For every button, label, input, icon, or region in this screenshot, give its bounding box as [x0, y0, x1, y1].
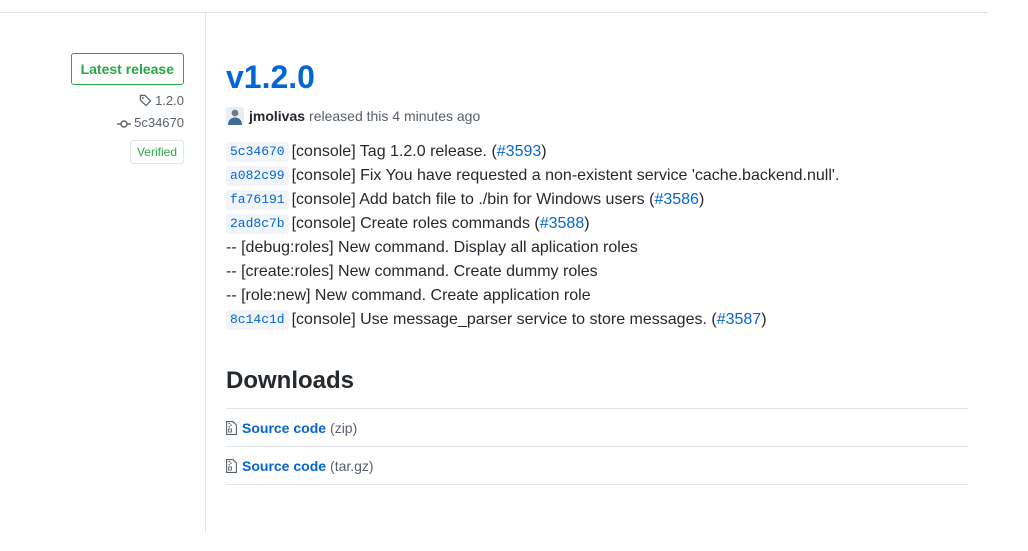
note-text: [console] Tag 1.2.0 release. (	[291, 143, 497, 160]
note-tail: )	[584, 215, 590, 232]
top-divider	[0, 12, 988, 13]
download-name[interactable]: Source code	[242, 458, 326, 474]
download-ext: (zip)	[330, 419, 358, 436]
release-body: v1.2.0 jmolivas released this 4 minutes …	[226, 56, 968, 485]
note-text: [console] Fix You have requested a non-e…	[291, 167, 840, 184]
commit-sha-link[interactable]: 8c14c1d	[226, 310, 289, 330]
note-text: -- [debug:roles] New command. Display al…	[226, 239, 638, 256]
avatar[interactable]	[226, 107, 244, 125]
release-meta: Latest release 1.2.0 5c34670 Verified	[0, 53, 184, 164]
note-text: -- [create:roles] New command. Create du…	[226, 263, 598, 280]
download-ext: (tar.gz)	[330, 457, 374, 474]
file-zip-icon	[226, 420, 237, 435]
downloads-heading: Downloads	[226, 367, 355, 394]
release-title[interactable]: v1.2.0	[226, 56, 968, 98]
commit-sha-link[interactable]: 2ad8c7b	[226, 214, 289, 234]
list-item: 5c34670 [console] Tag 1.2.0 release. (#35…	[226, 140, 968, 164]
release-page: Latest release 1.2.0 5c34670 Verified v1…	[0, 0, 1028, 551]
download-name[interactable]: Source code	[242, 420, 326, 436]
list-item: 8c14c1d [console] Use message_parser serv…	[226, 308, 968, 332]
tag-link[interactable]: 1.2.0	[0, 93, 184, 109]
list-item: -- [role:new] New command. Create applic…	[226, 284, 968, 308]
list-item: -- [create:roles] New command. Create du…	[226, 260, 968, 284]
tag-name: 1.2.0	[155, 93, 184, 108]
release-notes: 5c34670 [console] Tag 1.2.0 release. (#35…	[226, 140, 968, 332]
note-text: [console] Use message_parser service to …	[291, 311, 717, 328]
note-text: [console] Create roles commands (	[291, 215, 540, 232]
issue-link[interactable]: #3586	[654, 191, 699, 208]
commit-sha: 5c34670	[134, 115, 184, 130]
list-item: a082c99 [console] Fix You have requested …	[226, 164, 968, 188]
commit-link[interactable]: 5c34670	[0, 115, 184, 131]
release-byline: jmolivas released this 4 minutes ago	[226, 106, 968, 126]
note-tail: )	[698, 191, 705, 208]
list-item: 2ad8c7b [console] Create roles commands (…	[226, 212, 968, 236]
note-text: [console] Add batch file to ./bin for Wi…	[291, 191, 655, 208]
note-tail: )	[541, 143, 547, 160]
commit-icon	[117, 120, 132, 128]
author-link[interactable]: jmolivas	[249, 106, 305, 126]
timeline-divider	[205, 13, 206, 533]
file-zip-icon	[226, 458, 237, 473]
latest-release-badge: Latest release	[70, 53, 184, 85]
list-item: fa76191 [console] Add batch file to ./bin…	[226, 188, 968, 212]
list-item: -- [debug:roles] New command. Display al…	[226, 236, 968, 260]
verified-badge[interactable]: Verified	[129, 140, 184, 164]
downloads-list: Source code (zip) Source code (tar.gz)	[226, 408, 968, 485]
tag-icon	[139, 94, 152, 107]
download-zip-link[interactable]: Source code (zip)	[226, 409, 968, 447]
note-text: -- [role:new] New command. Create applic…	[226, 287, 591, 304]
issue-link[interactable]: #3593	[497, 143, 542, 160]
issue-link[interactable]: #3587	[717, 311, 762, 328]
commit-sha-link[interactable]: fa76191	[226, 190, 289, 210]
commit-sha-link[interactable]: a082c99	[226, 166, 289, 186]
commit-sha-link[interactable]: 5c34670	[226, 142, 289, 162]
note-tail: )	[761, 311, 767, 328]
release-time: released this 4 minutes ago	[309, 108, 481, 124]
issue-link[interactable]: #3588	[540, 215, 585, 232]
download-targz-link[interactable]: Source code (tar.gz)	[226, 447, 968, 485]
